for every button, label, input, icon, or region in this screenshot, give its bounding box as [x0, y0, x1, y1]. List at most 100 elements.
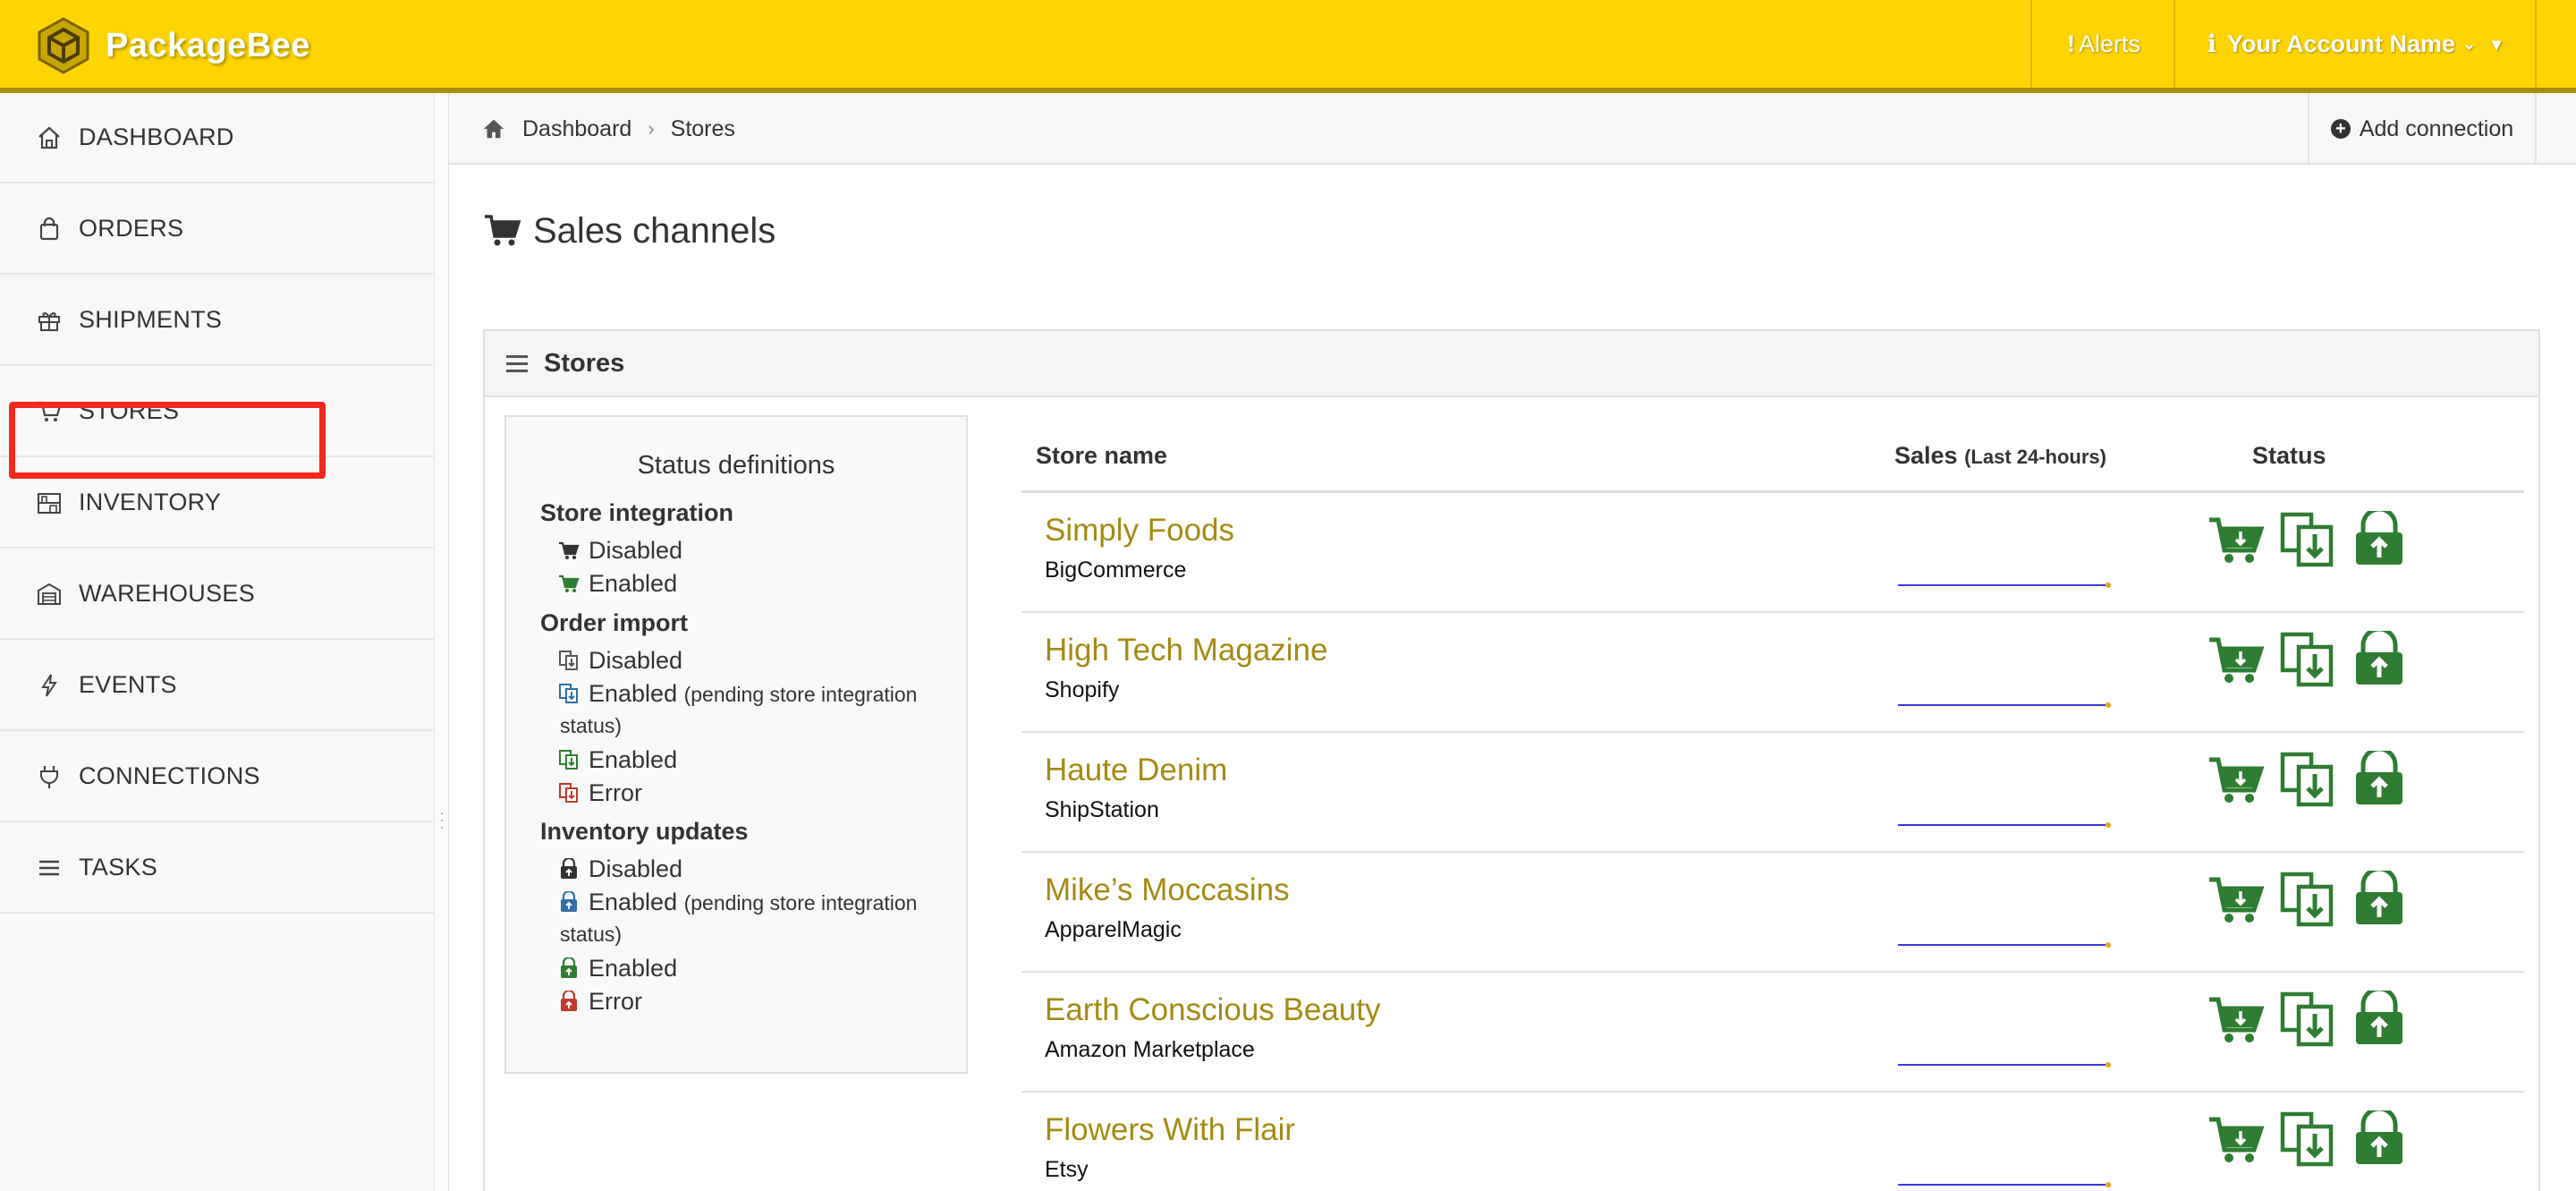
sidebar-item-warehouses[interactable]: WAREHOUSES	[0, 549, 435, 640]
store-integration-heading: Store integration	[540, 499, 734, 526]
sidebar-item-tasks[interactable]: TASKS	[0, 823, 435, 914]
top-bar: PackageBee ! Alerts i Your Account Name …	[0, 0, 2576, 93]
alert-icon: !	[2066, 30, 2075, 57]
store-platform: ShipStation	[1045, 797, 1159, 822]
gift-icon	[34, 305, 64, 336]
sidebar-item-stores[interactable]: STORES	[0, 367, 435, 457]
breadcrumb-current: Stores	[670, 115, 735, 141]
breadcrumb-dashboard-link[interactable]: Dashboard	[522, 116, 631, 142]
sales-sparkline	[1898, 1062, 2111, 1068]
order-import-heading: Order import	[540, 609, 689, 636]
panel-header: Stores	[485, 331, 2538, 397]
status-definitions: Status definitions Store integration Dis…	[504, 415, 968, 1074]
grip-icon: · · ·	[439, 804, 446, 836]
inventory-update-enabled-icon[interactable]	[2351, 631, 2408, 688]
home-icon[interactable]	[481, 116, 506, 141]
order-import-enabled-icon[interactable]	[2279, 991, 2336, 1048]
store-integration-enabled-icon[interactable]	[2207, 991, 2265, 1048]
sidebar-item-label: TASKS	[79, 854, 158, 880]
def-label: Error	[589, 988, 642, 1015]
store-integration-enabled-icon[interactable]	[2207, 511, 2265, 568]
add-connection-label: Add connection	[2359, 115, 2514, 141]
store-integration-enabled-icon[interactable]	[2207, 751, 2265, 808]
inventory-update-enabled-icon[interactable]	[2351, 751, 2408, 808]
def-inv-pending-note: status)	[560, 919, 953, 949]
bolt-icon	[34, 670, 64, 701]
def-label-text: Enabled	[589, 889, 678, 915]
table-row[interactable]: Simply Foods BigCommerce	[1021, 493, 2524, 613]
def-inv-enabled: Enabled	[558, 953, 952, 983]
sidebar-item-connections[interactable]: CONNECTIONS	[0, 732, 435, 822]
store-name-link[interactable]: Earth Conscious Beauty	[1045, 992, 1380, 1028]
sidebar-item-label: SHIPMENTS	[79, 306, 223, 333]
inventory-update-enabled-icon[interactable]	[2351, 1110, 2408, 1168]
store-name-link[interactable]: Simply Foods	[1045, 513, 1234, 549]
table-row[interactable]: Mike’s Moccasins ApparelMagic	[1021, 853, 2524, 973]
store-name-link[interactable]: Haute Denim	[1045, 753, 1227, 788]
sales-header-note: (Last 24-hours)	[1964, 446, 2106, 468]
alerts-button[interactable]: ! Alerts	[2032, 0, 2175, 88]
order-import-enabled-icon[interactable]	[2279, 631, 2336, 688]
store-name-link[interactable]: Mike’s Moccasins	[1045, 872, 1290, 908]
order-import-enabled-icon[interactable]	[2279, 511, 2336, 568]
sidebar-item-shipments[interactable]: SHIPMENTS	[0, 276, 435, 366]
table-row[interactable]: High Tech Magazine Shopify	[1021, 613, 2524, 733]
documents-enabled-icon	[559, 750, 578, 770]
table-row[interactable]: Flowers With Flair Etsy	[1021, 1093, 2524, 1191]
store-integration-enabled-icon[interactable]	[2207, 871, 2265, 928]
account-name: Your Account Name	[2227, 30, 2456, 57]
column-header-status: Status	[2252, 442, 2326, 469]
sales-sparkline	[1898, 583, 2111, 588]
store-integration-enabled-icon[interactable]	[2207, 631, 2265, 688]
pending-note: (pending store integration	[683, 683, 918, 706]
store-platform: Shopify	[1045, 677, 1120, 702]
sidebar-item-label: EVENTS	[79, 671, 177, 698]
sidebar-item-inventory[interactable]: INVENTORY	[0, 458, 435, 549]
main-content: Dashboard › Stores + Add connection Sale…	[449, 93, 2576, 1191]
def-inv-error: Error	[558, 986, 952, 1017]
def-order-pending-note: status)	[560, 710, 953, 741]
def-inv-enabled-pending: Enabled (pending store integration	[558, 887, 952, 918]
add-connection-button[interactable]: + Add connection	[2308, 93, 2537, 165]
order-import-enabled-icon[interactable]	[2279, 871, 2336, 928]
store-enabled-icon	[561, 957, 577, 978]
status-icons	[2207, 871, 2422, 928]
brand[interactable]: PackageBee	[34, 16, 310, 75]
inventory-update-enabled-icon[interactable]	[2351, 871, 2408, 928]
table-row[interactable]: Earth Conscious Beauty Amazon Marketplac…	[1021, 973, 2524, 1093]
sidebar-item-label: CONNECTIONS	[79, 762, 260, 789]
order-import-enabled-icon[interactable]	[2279, 751, 2336, 808]
sidebar-item-dashboard[interactable]: DASHBOARD	[0, 93, 435, 183]
bars-icon	[34, 853, 64, 883]
store-platform: BigCommerce	[1045, 557, 1187, 583]
def-inv-disabled: Disabled	[558, 854, 952, 884]
warehouse-icon	[34, 579, 64, 609]
table-row[interactable]: Haute Denim ShipStation	[1021, 733, 2524, 853]
pending-note-cont: status)	[560, 714, 623, 737]
cart-icon	[34, 396, 64, 427]
cart-disabled-icon	[559, 541, 580, 559]
def-order-enabled-pending: Enabled (pending store integration	[558, 678, 952, 710]
store-integration-enabled-icon[interactable]	[2207, 1110, 2265, 1168]
sidebar-resize-handle[interactable]: · · ·	[435, 93, 449, 1191]
store-disabled-icon	[561, 858, 577, 879]
sidebar-item-orders[interactable]: ORDERS	[0, 184, 435, 275]
alerts-label: Alerts	[2078, 30, 2141, 57]
plus-circle-icon: +	[2330, 119, 2351, 139]
store-name-link[interactable]: Flowers With Flair	[1045, 1112, 1295, 1148]
column-header-sales: Sales (Last 24-hours)	[1894, 442, 2106, 470]
stores-panel: Stores Status definitions Store integrat…	[483, 329, 2540, 1191]
inventory-update-enabled-icon[interactable]	[2351, 991, 2408, 1048]
inventory-update-enabled-icon[interactable]	[2351, 511, 2408, 568]
order-import-enabled-icon[interactable]	[2279, 1110, 2336, 1168]
pending-note: (pending store integration	[683, 891, 918, 915]
def-label: Error	[589, 779, 642, 806]
def-store-disabled: Disabled	[558, 535, 952, 566]
account-menu-button[interactable]: i Your Account Name ⌄ ▾	[2175, 0, 2533, 88]
store-name-link[interactable]: High Tech Magazine	[1045, 633, 1328, 668]
sales-header-text: Sales	[1894, 442, 1958, 469]
def-label: Disabled	[589, 537, 683, 564]
def-order-disabled: Disabled	[558, 645, 952, 676]
status-icons	[2207, 1110, 2422, 1168]
sidebar-item-events[interactable]: EVENTS	[0, 641, 435, 731]
